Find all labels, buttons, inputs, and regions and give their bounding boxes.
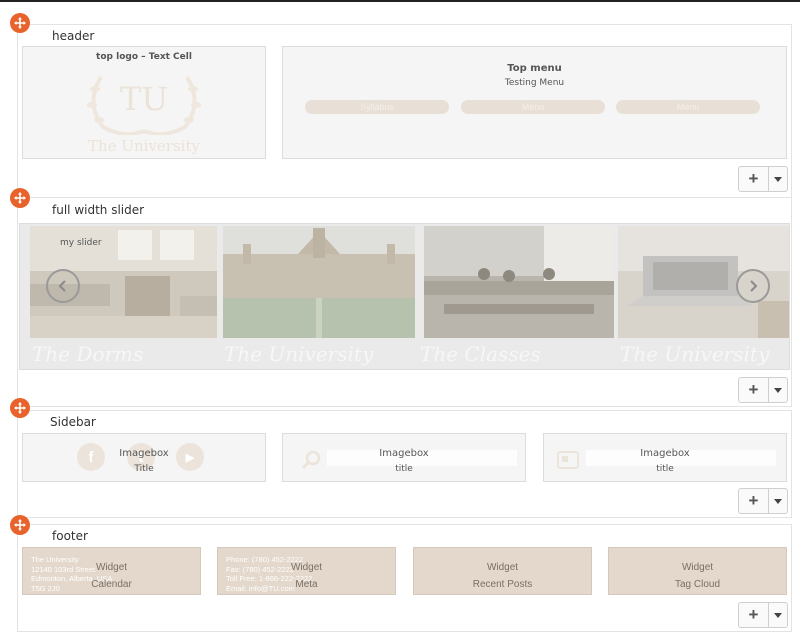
widget-title: Widget bbox=[95, 562, 128, 573]
logo-name: The University bbox=[88, 137, 200, 155]
imagebox-cell-social[interactable]: f t ▶ Imagebox Title bbox=[22, 433, 266, 482]
caret-down-icon[interactable] bbox=[769, 167, 787, 191]
imagebox-title: title bbox=[395, 464, 413, 474]
caret-down-icon[interactable] bbox=[769, 603, 787, 627]
plus-icon[interactable]: + bbox=[739, 489, 769, 513]
imagebox-cell-news[interactable]: Imagebox title bbox=[543, 433, 787, 482]
slide-caption-university: The University bbox=[224, 342, 374, 366]
plus-icon[interactable]: + bbox=[739, 378, 769, 402]
move-icon[interactable] bbox=[10, 515, 30, 535]
caret-down-icon[interactable] bbox=[769, 489, 787, 513]
imagebox-title: Title bbox=[134, 464, 154, 474]
logo-cell[interactable]: top logo – Text Cell TU The University bbox=[22, 46, 266, 159]
widget-cell-tag-cloud[interactable]: Widget Tag Cloud bbox=[608, 547, 787, 595]
imagebox-label: Imagebox bbox=[640, 448, 690, 459]
plus-icon[interactable]: + bbox=[739, 167, 769, 191]
slide-caption-classes: The Classes bbox=[420, 342, 541, 366]
widget-title: Widget bbox=[681, 562, 714, 573]
widget-subtitle: Tag Cloud bbox=[674, 579, 721, 590]
imagebox-label: Imagebox bbox=[379, 448, 429, 459]
slide-caption-university-2: The University bbox=[620, 342, 770, 366]
menu-cell[interactable]: Top menu Testing Menu Syllabus Menu Menu bbox=[282, 46, 787, 159]
menu-item-menu-1[interactable]: Menu bbox=[461, 100, 605, 114]
chevron-right-icon[interactable] bbox=[736, 269, 770, 303]
move-icon[interactable] bbox=[10, 398, 30, 418]
widget-subtitle: Calendar bbox=[91, 579, 132, 590]
menu-cell-title: Top menu bbox=[507, 63, 562, 74]
menu-item-menu-2[interactable]: Menu bbox=[616, 100, 760, 114]
move-icon[interactable] bbox=[10, 188, 30, 208]
widget-subtitle: Meta bbox=[295, 579, 318, 590]
slide-image-classes bbox=[424, 226, 614, 338]
slide-image-university bbox=[223, 226, 415, 338]
logo-cell-title: top logo – Text Cell bbox=[96, 52, 192, 62]
add-cell-button-header[interactable]: + bbox=[738, 166, 788, 192]
chevron-left-icon[interactable] bbox=[46, 269, 80, 303]
caret-down-icon[interactable] bbox=[769, 378, 787, 402]
widget-title: Widget bbox=[486, 562, 519, 573]
add-cell-button-footer[interactable]: + bbox=[738, 602, 788, 628]
move-icon[interactable] bbox=[10, 13, 30, 33]
slider-title: my slider bbox=[60, 238, 102, 248]
slide-caption-dorms: The Dorms bbox=[32, 342, 144, 366]
widget-title: Widget bbox=[290, 562, 323, 573]
widget-cell-meta[interactable]: Phone: (780) 452-2222 Fax: (780) 452-222… bbox=[217, 547, 396, 595]
row-label-sidebar: Sidebar bbox=[50, 415, 96, 429]
menu-item-syllabus[interactable]: Syllabus bbox=[305, 100, 449, 114]
row-label-slider: full width slider bbox=[52, 203, 145, 217]
add-cell-button-sidebar[interactable]: + bbox=[738, 488, 788, 514]
imagebox-label: Imagebox bbox=[119, 448, 169, 459]
slider-cell[interactable]: my slider The Dorms The University The C… bbox=[19, 223, 790, 370]
add-cell-button-slider[interactable]: + bbox=[738, 377, 788, 403]
imagebox-cell-search[interactable]: Imagebox title bbox=[282, 433, 526, 482]
widget-cell-recent-posts[interactable]: Widget Recent Posts bbox=[413, 547, 592, 595]
logo-monogram: TU bbox=[119, 80, 169, 118]
imagebox-title: title bbox=[656, 464, 674, 474]
row-label-footer: footer bbox=[52, 529, 88, 543]
widget-cell-calendar[interactable]: The University 12140 103rd Street Edmont… bbox=[22, 547, 201, 595]
row-label-header: header bbox=[52, 29, 95, 43]
top-border bbox=[0, 0, 800, 2]
plus-icon[interactable]: + bbox=[739, 603, 769, 627]
widget-subtitle: Recent Posts bbox=[472, 579, 533, 590]
menu-cell-subtitle: Testing Menu bbox=[504, 78, 565, 88]
